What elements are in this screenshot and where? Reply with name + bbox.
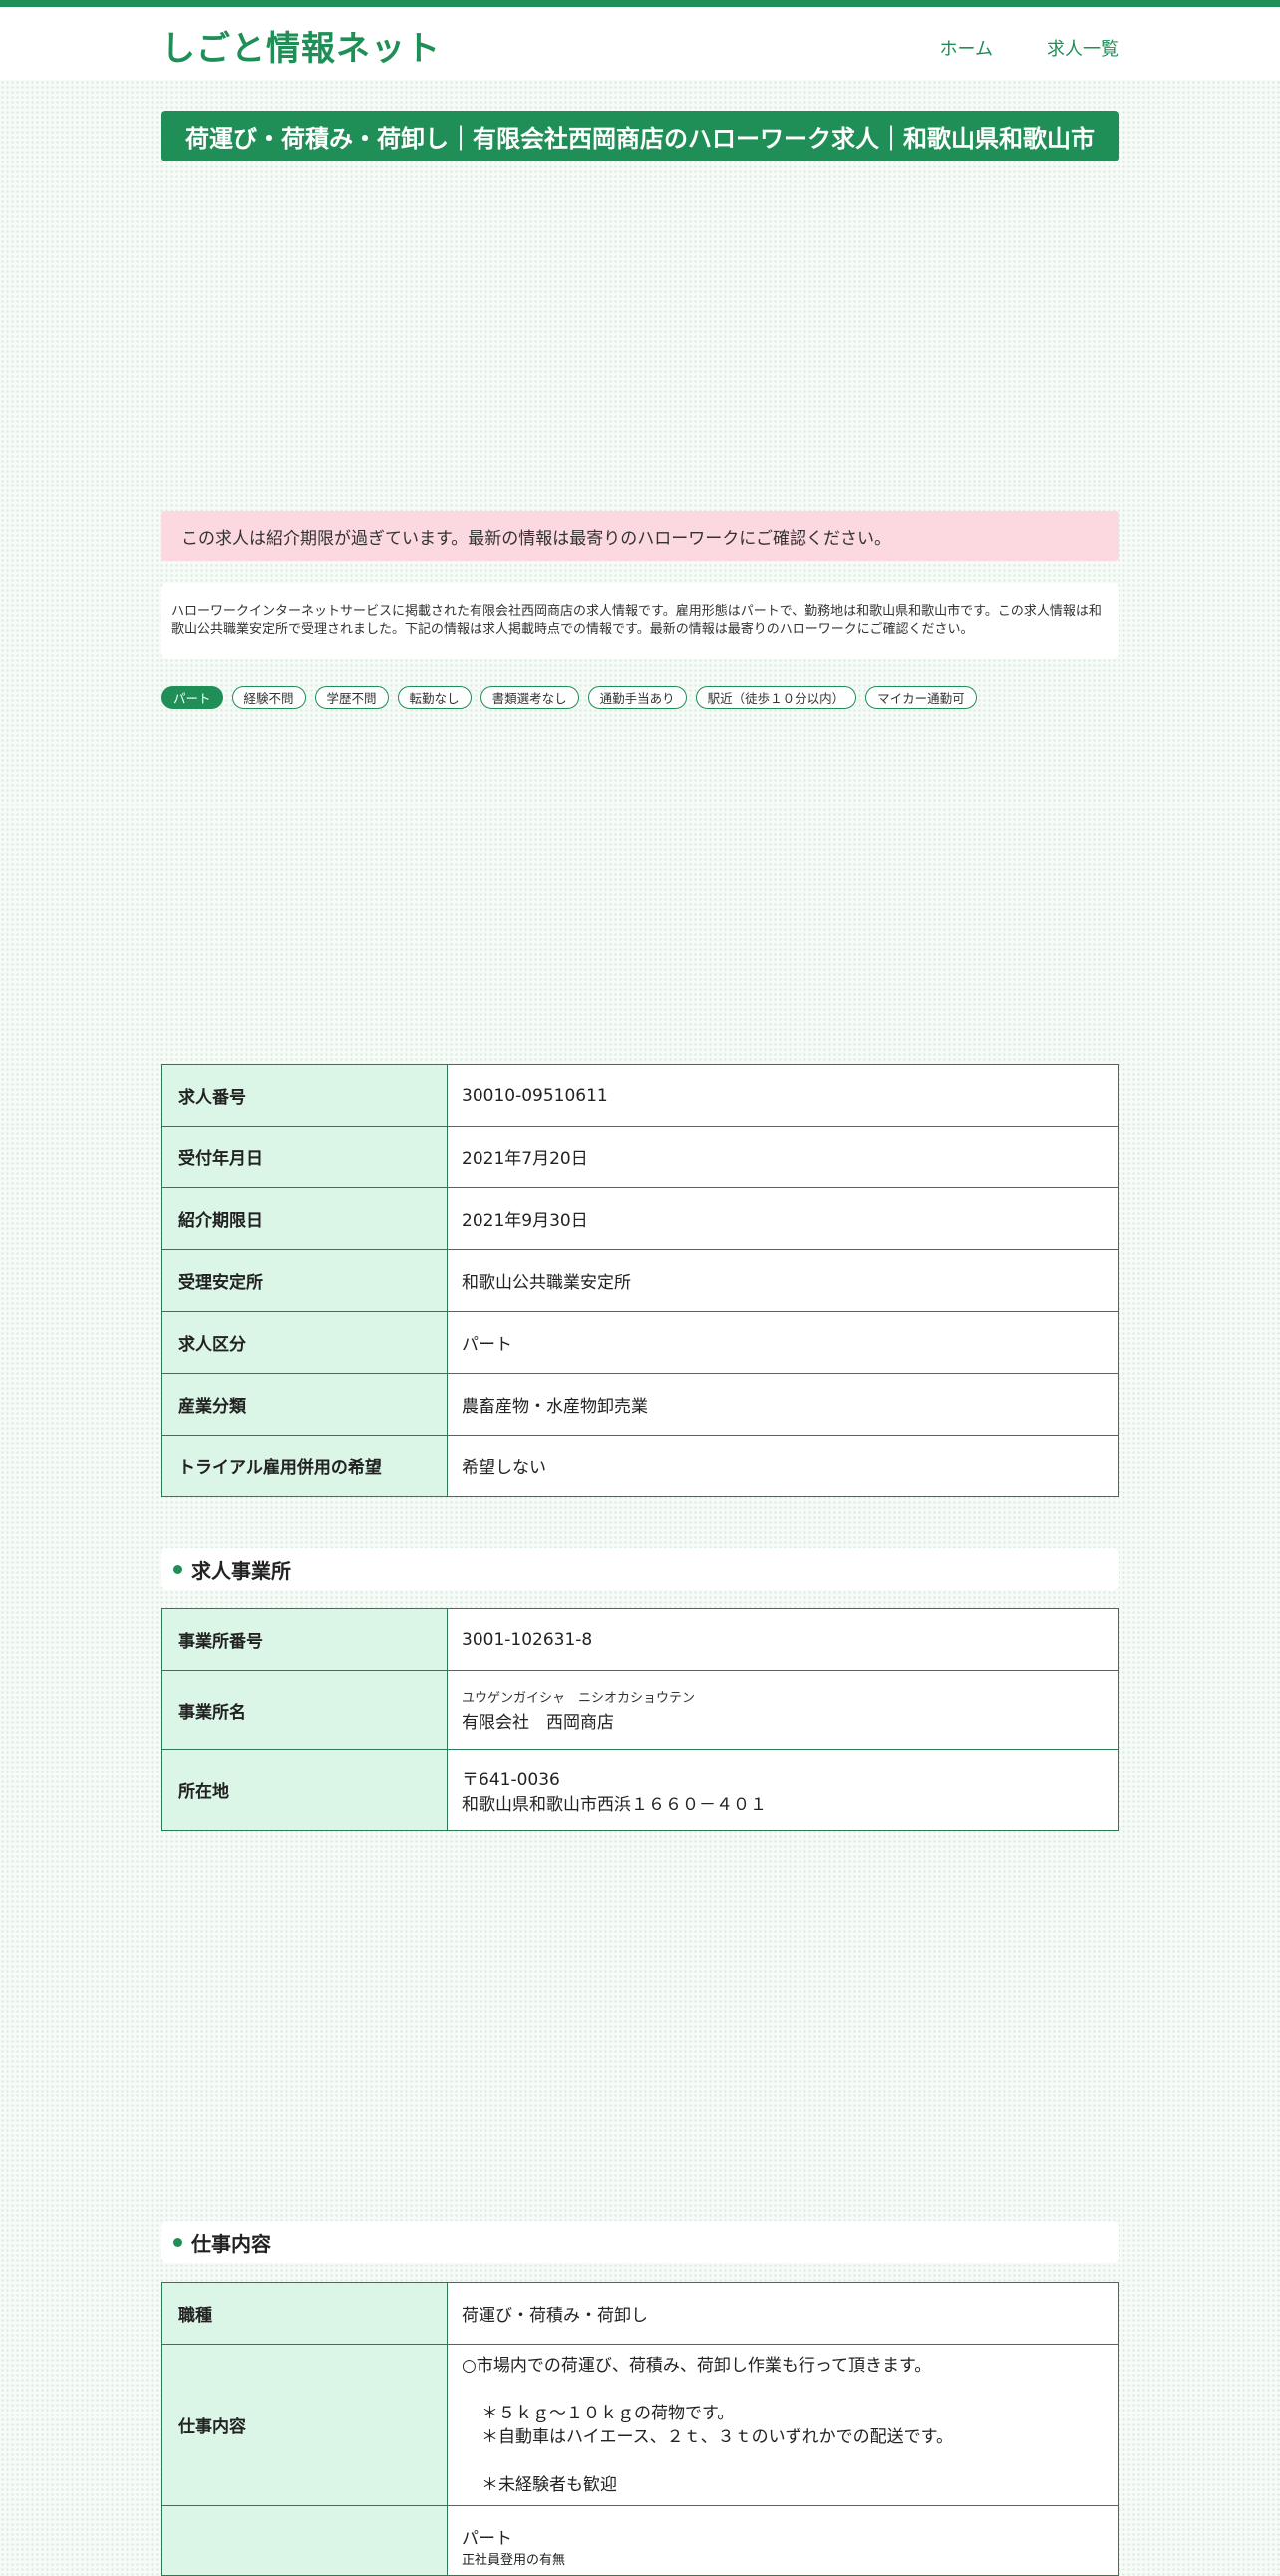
nav-home-link[interactable]: ホーム: [940, 35, 993, 61]
row-label: 事業所名: [161, 1670, 448, 1750]
row-label: 所在地: [161, 1749, 448, 1831]
row-label: 職種: [161, 2282, 448, 2345]
tag-item: パート: [161, 686, 223, 709]
row-value: 2021年9月30日: [447, 1187, 1119, 1250]
basic-info-table: 求人番号 30010-09510611 受付年月日 2021年7月20日 紹介期…: [161, 1064, 1119, 1497]
row-label: 紹介期限日: [161, 1187, 448, 1250]
table-row: 所在地 〒641-0036 和歌山県和歌山市西浜１６６０－４０１: [161, 1749, 1119, 1831]
office-postal-code: 〒641-0036: [462, 1770, 560, 1790]
section-heading-job: 仕事内容: [161, 2221, 1119, 2263]
office-name-cell: ユウゲンガイシャ ニシオカショウテン 有限会社 西岡商店: [447, 1670, 1119, 1750]
row-value: 希望しない: [447, 1435, 1119, 1497]
row-label: トライアル雇用併用の希望: [161, 1435, 448, 1497]
basic-info-table-wrap: 求人番号 30010-09510611 受付年月日 2021年7月20日 紹介期…: [161, 1064, 1119, 1497]
row-value: 和歌山公共職業安定所: [447, 1249, 1119, 1312]
row-value: 30010-09510611: [447, 1064, 1119, 1127]
table-row: 事業所名 ユウゲンガイシャ ニシオカショウテン 有限会社 西岡商店: [161, 1670, 1119, 1750]
row-label: 受付年月日: [161, 1126, 448, 1188]
tag-item: 転勤なし: [397, 686, 472, 709]
row-value: パート: [447, 1311, 1119, 1374]
table-row: 事業所番号 3001-102631-8: [161, 1608, 1119, 1671]
tag-item: 学歴不問: [314, 686, 389, 709]
table-row: 産業分類 農畜産物・水産物卸売業: [161, 1373, 1119, 1436]
office-table: 事業所番号 3001-102631-8 事業所名 ユウゲンガイシャ ニシオカショ…: [161, 1608, 1119, 1831]
top-accent-bar: [0, 0, 1280, 7]
office-name-kana: ユウゲンガイシャ ニシオカショウテン: [462, 1691, 696, 1706]
table-row: 求人区分 パート: [161, 1311, 1119, 1374]
row-label: 仕事内容: [161, 2344, 448, 2506]
row-label: 受理安定所: [161, 1249, 448, 1312]
table-row: 紹介期限日 2021年9月30日: [161, 1187, 1119, 1250]
nav-job-list-link[interactable]: 求人一覧: [1047, 35, 1119, 61]
office-address-cell: 〒641-0036 和歌山県和歌山市西浜１６６０－４０１: [447, 1749, 1119, 1831]
table-row: トライアル雇用併用の希望 希望しない: [161, 1435, 1119, 1497]
main-nav: ホーム 求人一覧: [940, 35, 1119, 61]
tag-item: 経験不問: [231, 686, 306, 709]
row-label: 求人区分: [161, 1311, 448, 1374]
tag-item: マイカー通勤可: [865, 686, 977, 709]
row-label: 求人番号: [161, 1064, 448, 1127]
section-heading-text: 求人事業所: [191, 1558, 291, 1583]
employment-cell: パート 正社員登用の有無: [447, 2505, 1119, 2576]
bullet-dot-icon: [173, 1564, 182, 1574]
office-table-wrap: 事業所番号 3001-102631-8 事業所名 ユウゲンガイシャ ニシオカショ…: [161, 1608, 1119, 1831]
section-heading-text: 仕事内容: [191, 2231, 271, 2256]
bullet-dot-icon: [173, 2237, 182, 2247]
employment-sub: 正社員登用の有無: [462, 2553, 566, 2568]
site-header: しごと情報ネット ホーム 求人一覧: [0, 7, 1280, 80]
tag-list: パート 経験不問 学歴不問 転勤なし 書類選考なし 通勤手当あり 駅近（徒歩１０…: [161, 686, 1119, 709]
row-value: 2021年7月20日: [447, 1126, 1119, 1188]
job-content-line: ○市場内での荷運び、荷積み、荷卸し作業も行って頂きます。: [462, 2355, 932, 2376]
table-row: 職種 荷運び・荷積み・荷卸し: [161, 2282, 1119, 2345]
row-label: [161, 2505, 448, 2576]
job-content-line: ＊自動車はハイエース、２ｔ、３ｔのいずれかでの配送です。: [481, 2426, 953, 2447]
job-content-line: ＊未経験者も歓迎: [481, 2474, 617, 2495]
employment-value: パート: [462, 2529, 512, 2549]
page-title: 荷運び・荷積み・荷卸し｜有限会社西岡商店のハローワーク求人｜和歌山県和歌山市: [161, 111, 1119, 161]
table-row: パート 正社員登用の有無: [161, 2505, 1119, 2576]
job-content-line: ＊５ｋｇ～１０ｋｇの荷物です。: [481, 2403, 735, 2423]
office-number: 3001-102631-8: [447, 1608, 1119, 1671]
tag-item: 通勤手当あり: [587, 686, 687, 709]
job-table-wrap: 職種 荷運び・荷積み・荷卸し 仕事内容 ○市場内での荷運び、荷積み、荷卸し作業も…: [161, 2282, 1119, 2576]
site-logo[interactable]: しごと情報ネット: [161, 21, 441, 70]
row-label: 事業所番号: [161, 1608, 448, 1671]
job-table: 職種 荷運び・荷積み・荷卸し 仕事内容 ○市場内での荷運び、荷積み、荷卸し作業も…: [161, 2282, 1119, 2576]
section-heading-office: 求人事業所: [161, 1548, 1119, 1590]
table-row: 仕事内容 ○市場内での荷運び、荷積み、荷卸し作業も行って頂きます。 ＊５ｋｇ～１…: [161, 2344, 1119, 2506]
occupation-value: 荷運び・荷積み・荷卸し: [447, 2282, 1119, 2345]
job-description-summary: ハローワークインターネットサービスに掲載された有限会社西岡商店の求人情報です。雇…: [161, 583, 1119, 659]
office-name: 有限会社 西岡商店: [462, 1713, 614, 1733]
tag-item: 書類選考なし: [480, 686, 579, 709]
office-address: 和歌山県和歌山市西浜１６６０－４０１: [462, 1794, 767, 1815]
job-content-cell: ○市場内での荷運び、荷積み、荷卸し作業も行って頂きます。 ＊５ｋｇ～１０ｋｇの荷…: [447, 2344, 1119, 2506]
row-label: 産業分類: [161, 1373, 448, 1436]
row-value: 農畜産物・水産物卸売業: [447, 1373, 1119, 1436]
table-row: 求人番号 30010-09510611: [161, 1064, 1119, 1127]
expired-notice: この求人は紹介期限が過ぎています。最新の情報は最寄りのハローワークにご確認くださ…: [161, 511, 1119, 561]
table-row: 受理安定所 和歌山公共職業安定所: [161, 1249, 1119, 1312]
table-row: 受付年月日 2021年7月20日: [161, 1126, 1119, 1188]
tag-item: 駅近（徒歩１０分以内）: [695, 686, 857, 709]
